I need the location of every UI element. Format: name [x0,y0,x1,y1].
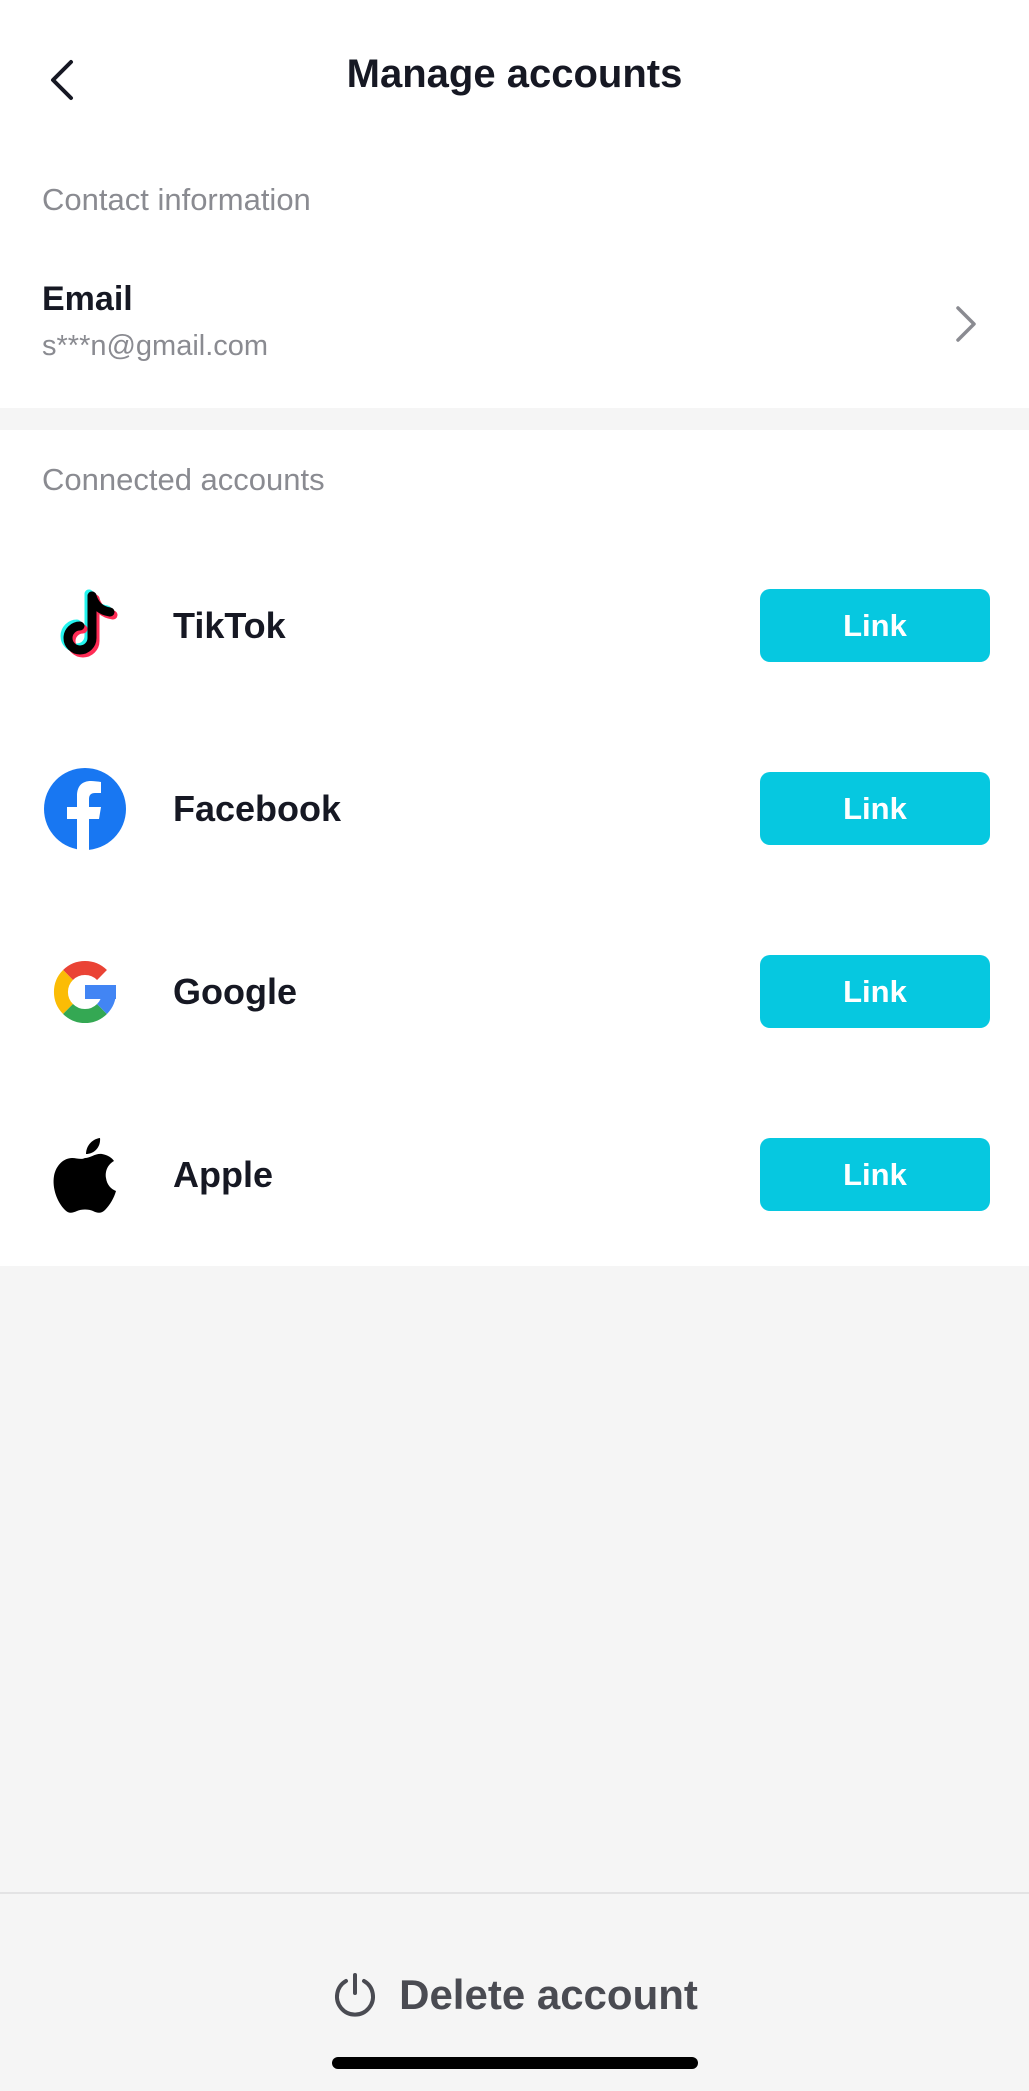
email-title: Email [42,280,133,318]
account-name-tiktok: TikTok [173,605,286,646]
home-indicator [332,2057,698,2069]
apple-icon [42,1132,128,1218]
link-apple-button[interactable]: Link [760,1138,990,1211]
account-row-tiktok: TikTok Link [0,555,1029,695]
delete-account-button[interactable]: Delete account [0,1960,1029,2030]
account-name-apple: Apple [173,1154,274,1195]
connected-accounts-section: Connected accounts TikTok Link Facebook … [0,430,1029,1266]
email-row[interactable]: Email s***n@gmail.com [0,260,1029,380]
tiktok-icon [42,583,128,669]
facebook-icon [42,766,128,852]
account-row-facebook: Facebook Link [0,738,1029,878]
page-title: Manage accounts [346,52,683,96]
link-tiktok-button[interactable]: Link [760,589,990,662]
chevron-right-icon [956,306,976,342]
divider [0,1892,1029,1894]
account-name-google: Google [173,971,297,1012]
section-label-contact: Contact information [42,182,311,217]
power-icon [335,1973,376,2017]
top-bar: Manage accounts [0,0,1029,160]
account-row-google: Google Link [0,921,1029,1061]
google-icon [42,949,128,1035]
delete-account-label: Delete account [399,1971,698,2018]
account-row-apple: Apple Link [0,1104,1029,1244]
account-name-facebook: Facebook [173,788,342,829]
contact-information-section: Contact information Email s***n@gmail.co… [0,160,1029,408]
section-label-connected: Connected accounts [42,462,325,497]
link-google-button[interactable]: Link [760,955,990,1028]
link-facebook-button[interactable]: Link [760,772,990,845]
email-value: s***n@gmail.com [42,330,269,362]
